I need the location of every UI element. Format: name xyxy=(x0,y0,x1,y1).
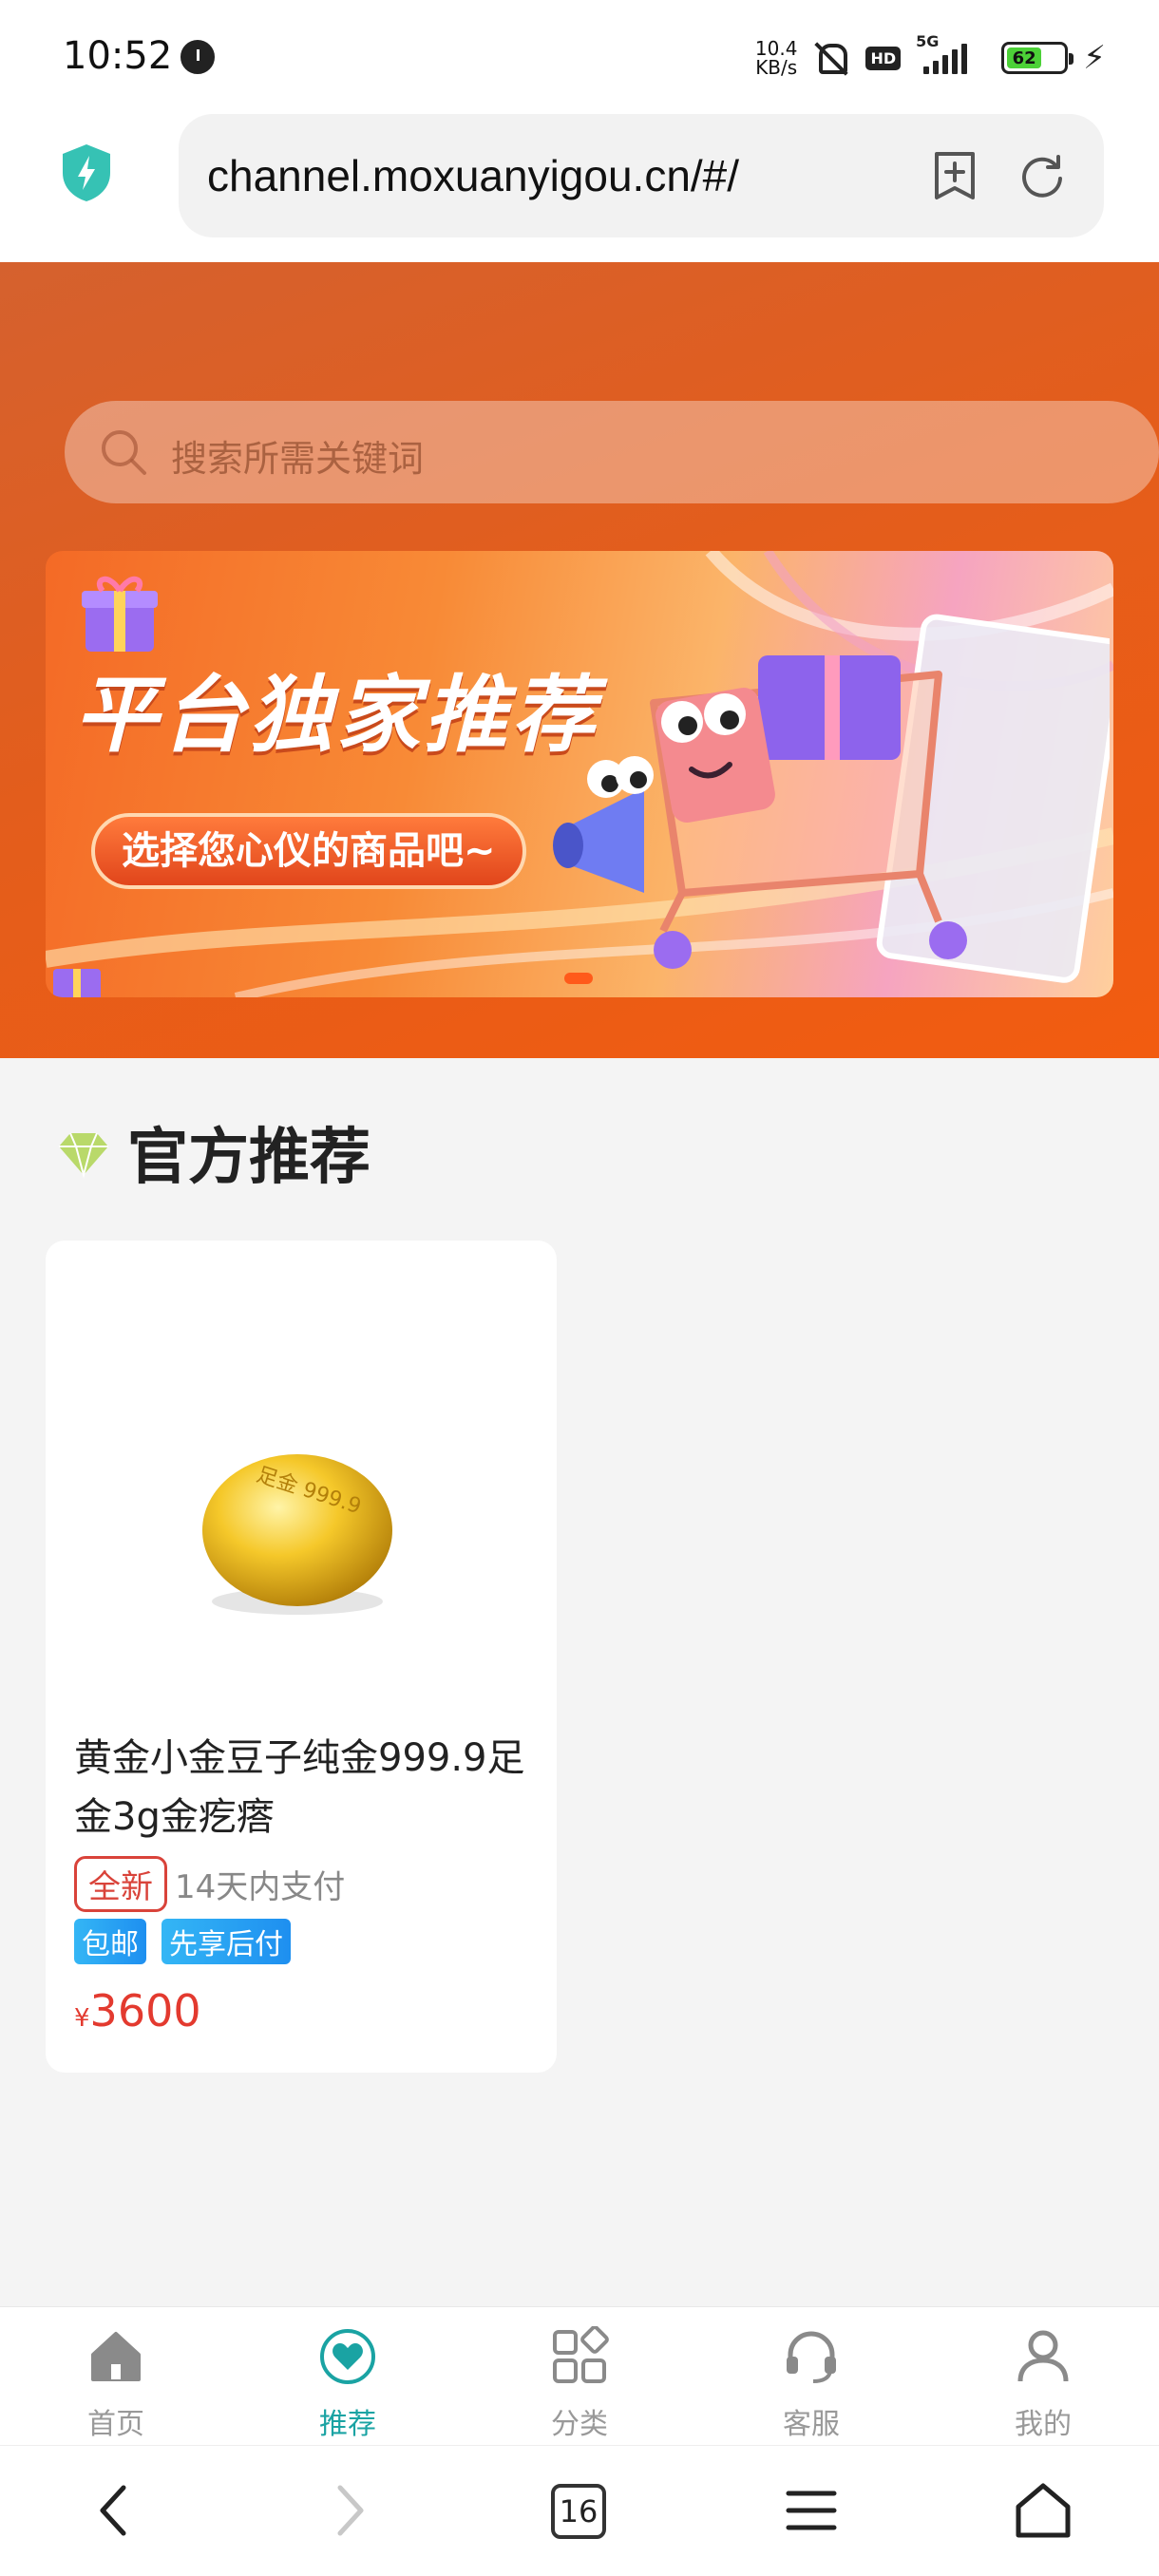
product-card[interactable]: 足金 999.9 黄金小金豆子纯金999.9足金3g金疙瘩 全新 14天内支付 … xyxy=(46,1241,557,2073)
bookmark-add-icon[interactable] xyxy=(931,150,978,201)
search-icon xyxy=(102,430,146,475)
signal-bar xyxy=(942,55,949,74)
section-title: 官方推荐 xyxy=(127,1123,370,1193)
charging-icon: ⚡ xyxy=(1083,39,1106,77)
refresh-icon[interactable] xyxy=(1018,152,1066,199)
battery-level: 62 xyxy=(1007,47,1042,68)
status-time: 10:52 xyxy=(63,34,173,78)
free-shipping-badge: 包邮 xyxy=(74,1919,146,1964)
network-speed-value: 10.4 xyxy=(754,37,798,60)
price-value: 3600 xyxy=(89,1985,201,2036)
browser-bottom-nav: 16 xyxy=(0,2445,1159,2576)
shield-icon[interactable] xyxy=(59,142,114,203)
pay-later-badge: 先享后付 xyxy=(162,1919,291,1964)
status-indicators: 10.4 KB/s HD 5G 62 ⚡ xyxy=(755,32,1106,80)
banner-title: 平台独家推荐 xyxy=(74,666,599,764)
signal-bar xyxy=(961,44,968,74)
home-icon xyxy=(91,2332,141,2381)
banner-cta-button[interactable]: 选择您心仪的商品吧~ xyxy=(91,813,526,889)
signal-bar xyxy=(952,49,959,74)
search-bar[interactable]: 搜索所需关键词 xyxy=(65,401,1159,503)
mute-icon xyxy=(812,39,850,77)
gift-icon-small xyxy=(53,969,101,997)
battery-icon: 62 xyxy=(1001,42,1074,74)
search-input[interactable]: 搜索所需关键词 xyxy=(171,429,424,482)
promo-banner[interactable]: 平台独家推荐 选择您心仪的商品吧~ xyxy=(46,551,1113,997)
product-price: ¥3600 xyxy=(74,1985,201,2036)
price-currency: ¥ xyxy=(74,2004,90,2033)
signal-bar xyxy=(923,66,930,74)
gift-icon xyxy=(82,577,158,652)
product-badges: 包邮 先享后付 xyxy=(74,1919,291,1964)
tab-label: 我的 xyxy=(1015,2408,1072,2441)
browser-address-bar: channel.moxuanyigou.cn/#/ xyxy=(0,114,1159,262)
network-speed-unit: KB/s xyxy=(755,56,798,79)
network-speed: 10.4 KB/s xyxy=(755,39,798,77)
user-icon xyxy=(1017,2330,1069,2382)
product-tags: 全新 14天内支付 xyxy=(74,1856,345,1912)
tabs-count-button[interactable]: 16 xyxy=(551,2484,606,2539)
status-bar: 10:52 10.4 KB/s HD 5G 62 ⚡ xyxy=(0,0,1159,114)
tab-recommend[interactable]: 推荐 xyxy=(232,2307,464,2445)
network-type: 5G xyxy=(916,32,940,50)
diamond-icon xyxy=(59,1132,108,1179)
tab-category[interactable]: 分类 xyxy=(464,2307,695,2445)
signal-icon: 5G xyxy=(916,32,986,74)
product-name[interactable]: 黄金小金豆子纯金999.9足金3g金疙瘩 xyxy=(74,1729,536,1847)
tab-customer-service[interactable]: 客服 xyxy=(695,2307,927,2445)
signal-bar xyxy=(933,61,940,74)
payment-note: 14天内支付 xyxy=(175,1868,346,1906)
condition-tag: 全新 xyxy=(74,1856,167,1912)
tab-label: 首页 xyxy=(87,2408,144,2441)
shopping-cart-illustration xyxy=(553,614,1110,983)
tab-profile[interactable]: 我的 xyxy=(927,2307,1159,2445)
tab-label: 分类 xyxy=(551,2408,608,2441)
menu-icon[interactable] xyxy=(785,2480,838,2541)
clock-icon xyxy=(180,40,215,74)
tab-label: 推荐 xyxy=(319,2408,376,2441)
hd-badge: HD xyxy=(865,46,902,70)
hero-section: 搜索所需关键词 平台独家推荐 选择您心仪的商品吧~ xyxy=(0,262,1159,1058)
bottom-tab-bar: 首页 推荐 分类 客服 我的 xyxy=(0,2306,1159,2445)
tab-home[interactable]: 首页 xyxy=(0,2307,232,2445)
tab-label: 客服 xyxy=(783,2408,840,2441)
url-text[interactable]: channel.moxuanyigou.cn/#/ xyxy=(207,150,739,201)
section-header: 官方推荐 xyxy=(57,1109,370,1195)
url-field[interactable]: channel.moxuanyigou.cn/#/ xyxy=(179,114,1104,237)
carousel-indicator[interactable] xyxy=(564,973,593,984)
back-icon[interactable] xyxy=(95,2480,133,2541)
gold-bean-product-image[interactable]: 足金 999.9 xyxy=(188,1421,407,1639)
category-icon xyxy=(553,2326,609,2383)
home-nav-icon[interactable] xyxy=(1013,2480,1074,2541)
headset-icon xyxy=(787,2331,836,2383)
forward-icon[interactable] xyxy=(331,2480,369,2541)
heart-icon xyxy=(320,2329,375,2384)
